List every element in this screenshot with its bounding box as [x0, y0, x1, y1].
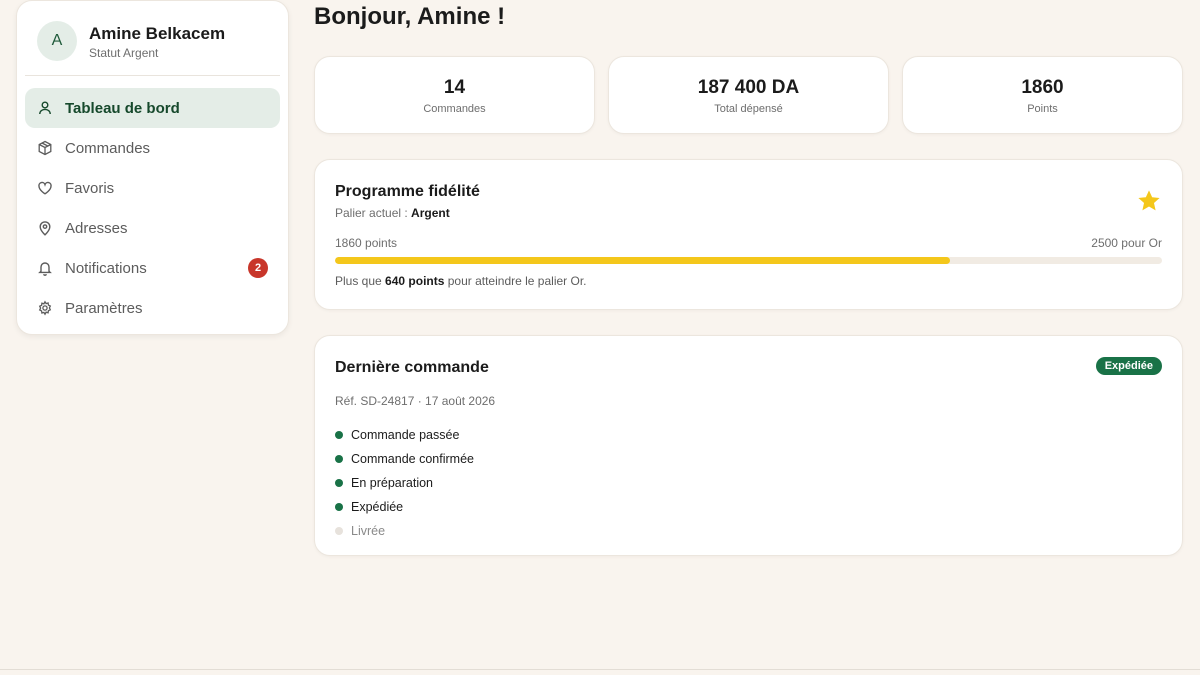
note-prefix: Plus que — [335, 274, 386, 288]
stat-label: Commandes — [423, 103, 486, 115]
stat-total-spent: 187 400 DA Total dépensé — [608, 56, 889, 134]
package-icon — [38, 140, 52, 156]
step-dot — [335, 431, 343, 439]
sidebar-item-orders[interactable]: Commandes — [25, 128, 280, 168]
sidebar-item-settings[interactable]: Paramètres — [25, 288, 280, 328]
sidebar-item-label: Favoris — [65, 179, 115, 197]
user-profile: A Amine Belkacem Statut Argent — [37, 21, 225, 61]
loyalty-card: Programme fidélité Palier actuel : Argen… — [314, 159, 1183, 310]
sidebar-item-addresses[interactable]: Adresses — [25, 208, 280, 248]
timeline-step: Expédiée — [335, 495, 474, 519]
tier-name: Argent — [411, 206, 450, 220]
timeline-step: Commande passée — [335, 423, 474, 447]
page-footer-divider — [0, 669, 1200, 670]
divider — [25, 75, 280, 76]
stat-orders: 14 Commandes — [314, 56, 595, 134]
loyalty-tier: Palier actuel : Argent — [335, 206, 450, 220]
timeline-step: Livrée — [335, 519, 474, 543]
loyalty-note: Plus que 640 points pour atteindre le pa… — [335, 274, 586, 288]
step-label: Commande confirmée — [351, 452, 474, 466]
last-order-card: Dernière commande Expédiée Réf. SD-24817… — [314, 335, 1183, 556]
sidebar-nav: Tableau de bord Commandes Favoris Adress… — [25, 88, 280, 328]
note-suffix: pour atteindre le palier Or. — [444, 274, 587, 288]
sidebar: A Amine Belkacem Statut Argent Tableau d… — [16, 0, 289, 335]
bell-icon — [38, 262, 52, 276]
step-label: En préparation — [351, 476, 434, 490]
page-title: Bonjour, Amine ! — [314, 3, 506, 30]
tier-prefix: Palier actuel : — [335, 206, 412, 220]
heart-icon — [38, 181, 52, 195]
step-dot — [335, 455, 343, 463]
stat-label: Points — [1027, 103, 1058, 115]
sidebar-item-label: Commandes — [65, 139, 151, 157]
step-dot — [335, 527, 343, 535]
map-pin-icon — [39, 221, 51, 236]
target-label: 2500 pour Or — [1091, 236, 1162, 250]
step-label: Expédiée — [351, 500, 404, 514]
timeline-step: Commande confirmée — [335, 447, 474, 471]
order-title: Dernière commande — [335, 359, 489, 376]
gear-icon — [38, 300, 52, 316]
star-icon — [1138, 190, 1160, 211]
loyalty-progress-bar — [335, 257, 1162, 264]
stat-value: 1860 — [1021, 77, 1064, 98]
step-dot — [335, 503, 343, 511]
step-dot — [335, 479, 343, 487]
order-reference: Réf. SD-24817 · 17 août 2026 — [335, 394, 496, 408]
sidebar-item-label: Notifications — [65, 259, 147, 277]
timeline-step: En préparation — [335, 471, 474, 495]
points-label: 1860 points — [335, 236, 398, 250]
loyalty-progress-fill — [335, 257, 951, 264]
avatar: A — [37, 21, 77, 61]
order-timeline: Commande passée Commande confirmée En pr… — [335, 423, 474, 543]
status-badge: Expédiée — [1095, 357, 1162, 375]
stat-label: Total dépensé — [714, 103, 783, 115]
sidebar-item-favorites[interactable]: Favoris — [25, 168, 280, 208]
loyalty-title: Programme fidélité — [335, 183, 480, 200]
user-status: Statut Argent — [89, 45, 159, 60]
step-label: Livrée — [351, 524, 386, 538]
sidebar-item-label: Paramètres — [65, 299, 143, 317]
stat-points: 1860 Points — [902, 56, 1183, 134]
stat-value: 187 400 DA — [697, 77, 800, 98]
sidebar-item-notifications[interactable]: Notifications 2 — [25, 248, 280, 288]
user-icon — [39, 101, 51, 115]
user-name: Amine Belkacem — [89, 23, 226, 43]
notification-badge: 2 — [248, 258, 268, 278]
note-points: 640 points — [385, 274, 445, 288]
step-label: Commande passée — [351, 428, 460, 442]
sidebar-item-dashboard[interactable]: Tableau de bord — [25, 88, 280, 128]
sidebar-item-label: Tableau de bord — [65, 99, 180, 117]
sidebar-item-label: Adresses — [65, 219, 128, 237]
stat-value: 14 — [443, 77, 466, 98]
